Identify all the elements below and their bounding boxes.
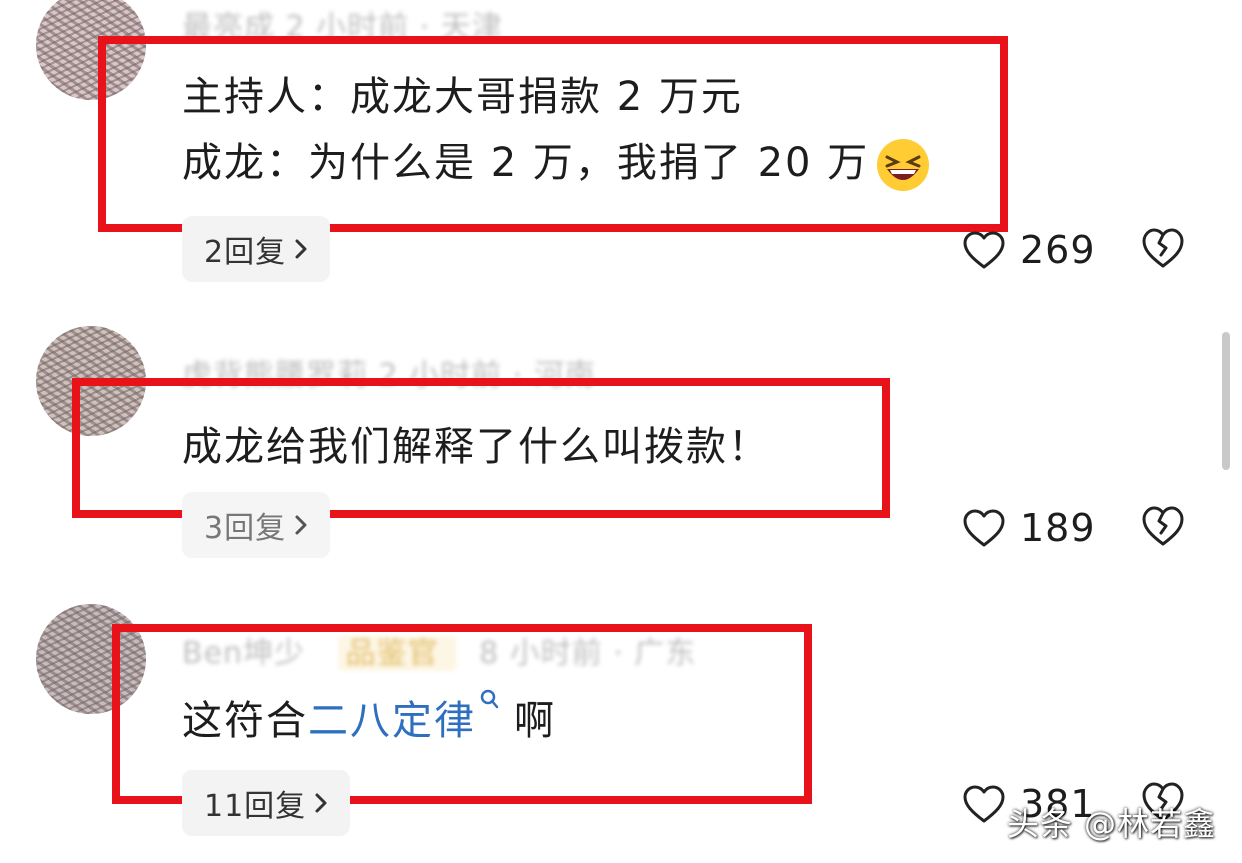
- chevron-right-icon: [295, 515, 307, 535]
- heart-icon: [963, 231, 1005, 269]
- broken-heart-icon[interactable]: [1140, 226, 1186, 270]
- scrollbar[interactable]: [1222, 332, 1230, 470]
- like-count: 269: [1020, 228, 1096, 272]
- broken-heart-icon[interactable]: [1140, 504, 1186, 548]
- replies-label: 2回复: [204, 235, 287, 270]
- replies-button[interactable]: 3回复: [182, 492, 331, 558]
- like-button[interactable]: 269: [962, 228, 1096, 272]
- highlight-box: [98, 36, 1008, 232]
- like-count: 189: [1020, 506, 1096, 550]
- replies-label: 3回复: [204, 511, 287, 546]
- chevron-right-icon: [295, 239, 307, 259]
- heart-icon: [963, 509, 1005, 547]
- like-button[interactable]: 189: [962, 506, 1096, 550]
- replies-label: 11回复: [204, 789, 307, 824]
- watermark: 头条 @林若鑫: [1006, 805, 1216, 843]
- heart-icon: [963, 785, 1005, 823]
- chevron-right-icon: [315, 793, 327, 813]
- replies-button[interactable]: 2回复: [182, 216, 331, 282]
- replies-button[interactable]: 11回复: [182, 770, 351, 836]
